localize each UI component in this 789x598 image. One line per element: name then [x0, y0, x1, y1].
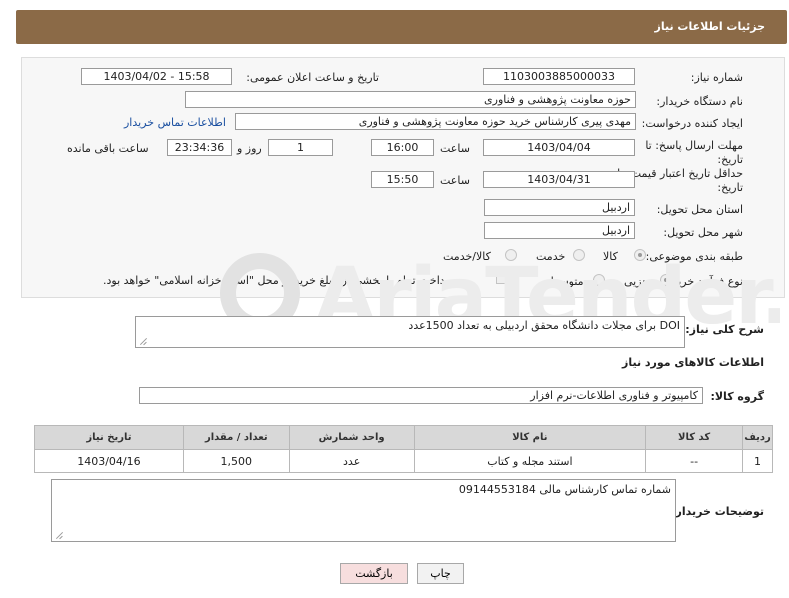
need-number-label: شماره نیاز:	[690, 71, 743, 84]
city-field: اردبیل	[484, 222, 635, 239]
resize-handle-icon[interactable]	[56, 531, 64, 539]
creator-label: ایجاد کننده درخواست:	[641, 117, 743, 130]
goods-table-header: ردیف کد کالا نام کالا واحد شمارش تعداد /…	[34, 425, 773, 450]
province-label: استان محل تحویل:	[656, 203, 743, 216]
remaining-time-field: 23:34:36	[167, 139, 232, 156]
reply-time-label: ساعت	[440, 142, 470, 155]
cell-quantity: 1,500	[182, 449, 290, 473]
cell-goods-code: --	[645, 449, 744, 473]
process-medium-radio[interactable]	[593, 274, 605, 286]
price-validity-label-date: تاریخ:	[717, 181, 743, 194]
treasury-payment-checkbox[interactable]	[496, 273, 507, 284]
treasury-payment-note: پرداخت تمام یا بخشی از مبلغ خرید،از محل …	[103, 274, 454, 287]
cell-row-number: 1	[742, 449, 773, 473]
page-title: جزئیات اطلاعات نیاز	[654, 20, 766, 33]
goods-table: ردیف کد کالا نام کالا واحد شمارش تعداد /…	[34, 425, 773, 473]
creator-field: مهدی پیری کارشناس خرید حوزه معاونت پژوهش…	[235, 113, 636, 130]
buyer-org-label: نام دستگاه خریدار:	[656, 95, 743, 108]
summary-text: DOI برای مجلات دانشگاه محقق اردبیلی به ت…	[408, 319, 680, 332]
resize-handle-icon[interactable]	[140, 337, 148, 345]
category-service-label: خدمت	[536, 250, 566, 263]
process-medium-label: متوسط	[549, 275, 584, 288]
reply-date-field: 1403/04/04	[483, 139, 635, 156]
category-goods-service-label: کالا/خدمت	[443, 250, 491, 263]
table-row: 1 -- استند مجله و کتاب عدد 1,500 1403/04…	[34, 449, 773, 473]
city-label: شهر محل تحویل:	[663, 226, 743, 239]
cell-unit: عدد	[288, 449, 415, 473]
col-goods-code: کد کالا	[645, 425, 744, 450]
cell-goods-name: استند مجله و کتاب	[413, 449, 647, 473]
announce-datetime-field: 1403/04/02 - 15:58	[81, 68, 232, 85]
reply-deadline-label: مهلت ارسال پاسخ: تا	[645, 139, 743, 152]
category-goods-radio[interactable]	[634, 249, 646, 261]
back-button[interactable]: بازگشت	[340, 563, 408, 584]
page-header: جزئیات اطلاعات نیاز	[16, 10, 787, 44]
need-number-field: 1103003885000033	[483, 68, 635, 85]
buyer-notes-field: شماره تماس کارشناس مالی 09144553184	[51, 479, 676, 542]
buyer-notes-label: توضیحات خریدار:	[671, 505, 764, 518]
category-goods-label: کالا	[603, 250, 618, 263]
remaining-time-label: ساعت باقی مانده	[67, 142, 149, 155]
process-minor-radio[interactable]	[660, 274, 672, 286]
category-service-radio[interactable]	[573, 249, 585, 261]
price-time-field: 15:50	[371, 171, 434, 188]
price-validity-label: حداقل تاریخ اعتبار قیمت: تا	[617, 167, 743, 180]
process-minor-label: جزیی	[624, 275, 650, 288]
province-field: اردبیل	[484, 199, 635, 216]
price-date-field: 1403/04/31	[483, 171, 635, 188]
goods-section-title: اطلاعات کالاهای مورد نیاز	[622, 356, 764, 369]
goods-group-label: گروه کالا:	[710, 390, 764, 403]
buyer-org-field: حوزه معاونت پژوهشی و فناوری	[185, 91, 636, 108]
price-time-label: ساعت	[440, 174, 470, 187]
summary-label: شرح کلی نیاز:	[685, 323, 764, 336]
col-unit: واحد شمارش	[288, 425, 415, 450]
cell-need-date: 1403/04/16	[34, 449, 184, 473]
print-button[interactable]: چاپ	[417, 563, 464, 584]
goods-group-field: کامپیوتر و فناوری اطلاعات-نرم افزار	[139, 387, 703, 404]
category-label: طبقه بندی موضوعی:	[645, 250, 743, 263]
summary-field: DOI برای مجلات دانشگاه محقق اردبیلی به ت…	[135, 316, 685, 348]
announce-datetime-label: تاریخ و ساعت اعلان عمومی:	[246, 71, 379, 84]
process-label: نوع فرآیند خرید :	[665, 275, 743, 288]
col-need-date: تاریخ نیاز	[34, 425, 184, 450]
buyer-notes-text: شماره تماس کارشناس مالی 09144553184	[458, 483, 671, 496]
col-goods-name: نام کالا	[413, 425, 647, 450]
buyer-contact-link[interactable]: اطلاعات تماس خریدار	[124, 116, 226, 129]
days-label: روز و	[237, 142, 262, 155]
remaining-days-field: 1	[268, 139, 333, 156]
reply-time-field: 16:00	[371, 139, 434, 156]
reply-deadline-label-date: تاریخ:	[717, 153, 743, 166]
col-row-number: ردیف	[742, 425, 773, 450]
category-goods-service-radio[interactable]	[505, 249, 517, 261]
col-quantity: تعداد / مقدار	[182, 425, 290, 450]
